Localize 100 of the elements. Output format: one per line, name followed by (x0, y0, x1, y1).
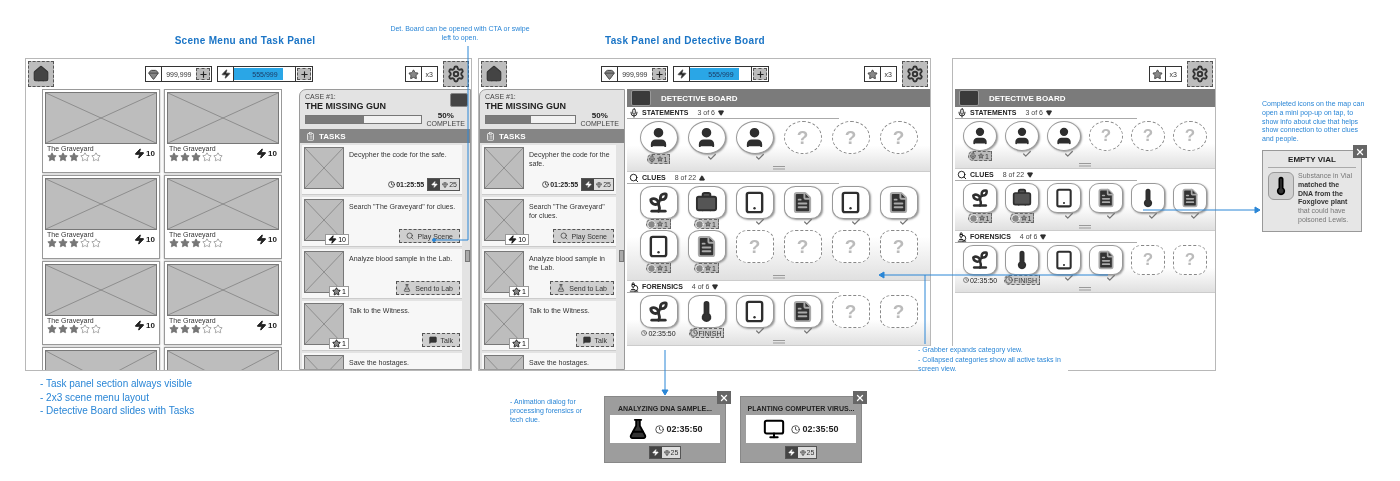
home-icon (485, 65, 503, 83)
grabber-handle[interactable] (772, 165, 785, 170)
gem-icon (604, 68, 616, 80)
add-energy-button[interactable] (297, 68, 312, 80)
grabber-handle[interactable] (1079, 162, 1091, 167)
image-placeholder (304, 147, 344, 189)
clue-tile[interactable] (735, 295, 774, 328)
settings-button[interactable] (1187, 61, 1213, 87)
clue-tile[interactable] (687, 230, 726, 263)
plant-icon (970, 188, 990, 208)
plus-icon (755, 69, 765, 79)
clock-icon (641, 330, 648, 336)
grabber-handle[interactable] (1079, 224, 1091, 229)
flask-icon (403, 284, 412, 292)
add-gems-button[interactable] (196, 68, 211, 80)
energy-cost: 10 (268, 321, 277, 330)
clue-tile[interactable] (1005, 245, 1039, 275)
grabber-handle[interactable] (772, 274, 785, 279)
star-icon (1020, 215, 1027, 221)
clue-tile[interactable] (639, 295, 678, 328)
grabber-handle[interactable] (772, 339, 785, 344)
home-button[interactable] (481, 61, 507, 87)
clue-tile[interactable] (687, 186, 726, 219)
section-title: Task Panel and Detective Board (604, 35, 766, 46)
clue-tile[interactable] (639, 121, 678, 154)
clue-tile[interactable] (783, 186, 822, 219)
clue-tile[interactable] (963, 245, 997, 275)
expand-toggle-icon[interactable] (712, 283, 719, 290)
expand-toggle-icon[interactable] (1040, 233, 1047, 240)
settings-icon (1191, 65, 1209, 83)
tablet-icon (743, 300, 766, 323)
close-button[interactable] (717, 391, 731, 404)
progress-percent: 50% (437, 112, 454, 120)
star-icon (1151, 68, 1163, 80)
case-title: THE MISSING GUN (305, 101, 387, 111)
clue-tile[interactable] (639, 186, 678, 219)
grabber-handle[interactable] (465, 250, 470, 262)
home-button[interactable] (28, 61, 54, 87)
expand-toggle-icon[interactable] (699, 174, 706, 181)
plus-icon (654, 69, 664, 79)
settings-button[interactable] (443, 61, 469, 87)
leader-line (661, 349, 669, 396)
play-icon (647, 219, 657, 229)
clock-icon (962, 277, 969, 283)
energy-cost: 10 (146, 149, 155, 158)
close-icon (1355, 146, 1365, 157)
grabber-handle[interactable] (619, 250, 624, 262)
bolt-icon (134, 234, 146, 245)
expand-toggle-icon[interactable] (1027, 171, 1034, 178)
clue-tile[interactable] (1089, 183, 1123, 213)
speech-bubble-icon (428, 336, 437, 344)
clipboard-icon (306, 131, 315, 141)
clue-tile[interactable] (1047, 245, 1081, 275)
annotation-text: - Task panel section always visible (40, 378, 194, 391)
plant-icon (647, 300, 670, 323)
board-title: DETECTIVE BOARD (989, 93, 1066, 103)
expand-toggle-icon[interactable] (1045, 109, 1052, 116)
plant-icon (647, 191, 670, 214)
close-button[interactable] (853, 391, 867, 404)
plus-icon (299, 69, 309, 79)
dialog-timer: 02:35:50 (655, 424, 703, 434)
clue-tile[interactable] (831, 186, 870, 219)
clue-tile[interactable] (963, 121, 997, 151)
case-title: THE MISSING GUN (485, 101, 567, 111)
clue-tile[interactable] (639, 230, 678, 263)
clue-tile[interactable] (735, 186, 774, 219)
clue-tile[interactable] (783, 295, 822, 328)
clue-tile[interactable] (735, 121, 774, 154)
gem-icon (442, 181, 449, 188)
star-icon (407, 68, 419, 80)
image-placeholder (484, 303, 524, 345)
play-icon (1010, 213, 1020, 223)
clue-tile[interactable] (687, 295, 726, 328)
clue-tile[interactable] (1005, 183, 1039, 213)
board-tab-icon[interactable] (450, 93, 468, 107)
clue-tile[interactable] (1089, 245, 1123, 275)
document-icon (887, 191, 910, 214)
clue-tile[interactable] (1131, 183, 1165, 213)
star-icon (512, 339, 522, 348)
clue-tile[interactable] (1047, 121, 1081, 151)
gem-icon (148, 68, 160, 80)
clue-tile[interactable] (687, 121, 726, 154)
clue-tile[interactable] (1005, 121, 1039, 151)
add-gems-button[interactable] (652, 68, 667, 80)
bolt-icon (134, 148, 146, 159)
star-icon (978, 153, 985, 159)
clue-tile[interactable] (1173, 183, 1207, 213)
close-button[interactable] (1353, 145, 1367, 158)
clue-tile[interactable] (963, 183, 997, 213)
bolt-icon (676, 69, 687, 79)
settings-button[interactable] (902, 61, 928, 87)
add-energy-button[interactable] (753, 68, 768, 80)
gem-icon (596, 181, 603, 188)
clue-tile[interactable] (879, 186, 918, 219)
close-icon (719, 392, 729, 403)
tablet-icon (1054, 188, 1074, 208)
expand-toggle-icon[interactable] (717, 109, 724, 116)
clue-tile[interactable] (1047, 183, 1081, 213)
plant-icon (970, 250, 990, 270)
grabber-handle[interactable] (1079, 286, 1091, 291)
